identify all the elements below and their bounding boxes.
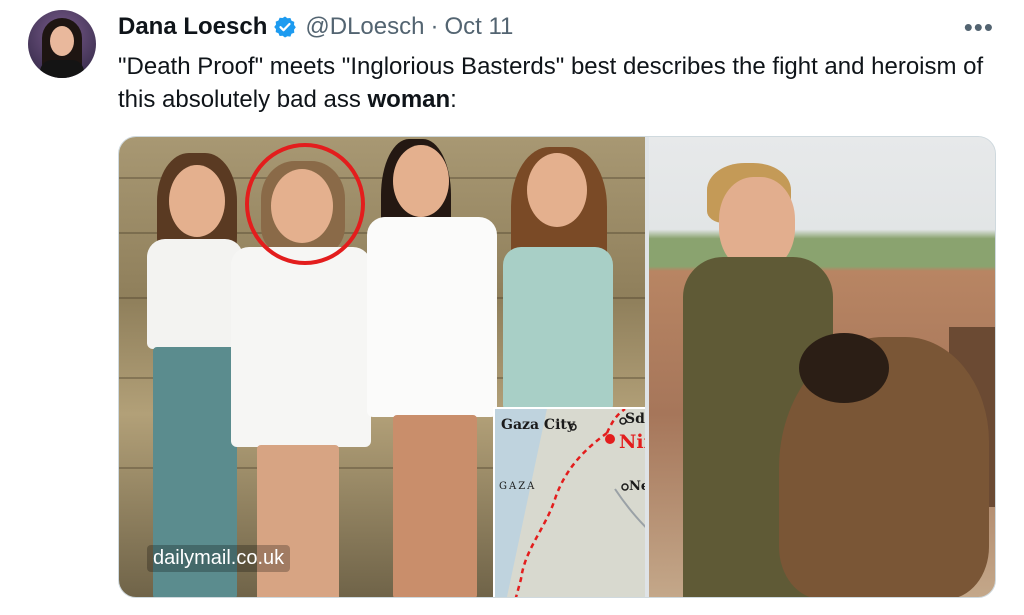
map-label-sderot: Sderot <box>625 411 645 427</box>
tweet-media[interactable]: Gaza City Sderot Nir Am GAZA Netivot dai… <box>118 136 996 598</box>
location-map: Gaza City Sderot Nir Am GAZA Netivot <box>493 407 645 597</box>
header-separator: · <box>430 13 439 40</box>
map-label-nir-am: Nir Am <box>619 431 645 453</box>
map-label-gaza: GAZA <box>499 481 537 492</box>
avatar-body <box>40 60 84 78</box>
verified-badge-icon <box>273 15 297 39</box>
avatar-face <box>50 26 74 56</box>
map-label-gaza-city: Gaza City <box>501 417 575 433</box>
dog-head <box>799 333 889 403</box>
group-photo[interactable]: Gaza City Sderot Nir Am GAZA Netivot dai… <box>119 137 645 597</box>
tweet-date[interactable]: Oct 11 <box>444 13 513 41</box>
tweet-text-bold: woman <box>367 86 451 113</box>
source-watermark: dailymail.co.uk <box>147 545 291 572</box>
tweet-text-main: "Death Proof" meets "Inglorious Basterds… <box>118 53 984 113</box>
author-name[interactable]: Dana Loesch <box>118 13 267 41</box>
more-options-icon[interactable]: ••• <box>964 12 994 43</box>
tweet-text: "Death Proof" meets "Inglorious Basterds… <box>118 50 998 116</box>
tweet-text-end: : <box>450 86 457 113</box>
tweet-header: Dana Loesch @DLoesch · Oct 11 <box>118 12 513 42</box>
map-label-netivot: Netivot <box>629 479 645 494</box>
soldier-photo[interactable] <box>649 137 995 597</box>
author-avatar[interactable] <box>28 10 96 78</box>
author-handle[interactable]: @DLoesch <box>305 13 424 41</box>
highlight-circle <box>245 143 365 265</box>
